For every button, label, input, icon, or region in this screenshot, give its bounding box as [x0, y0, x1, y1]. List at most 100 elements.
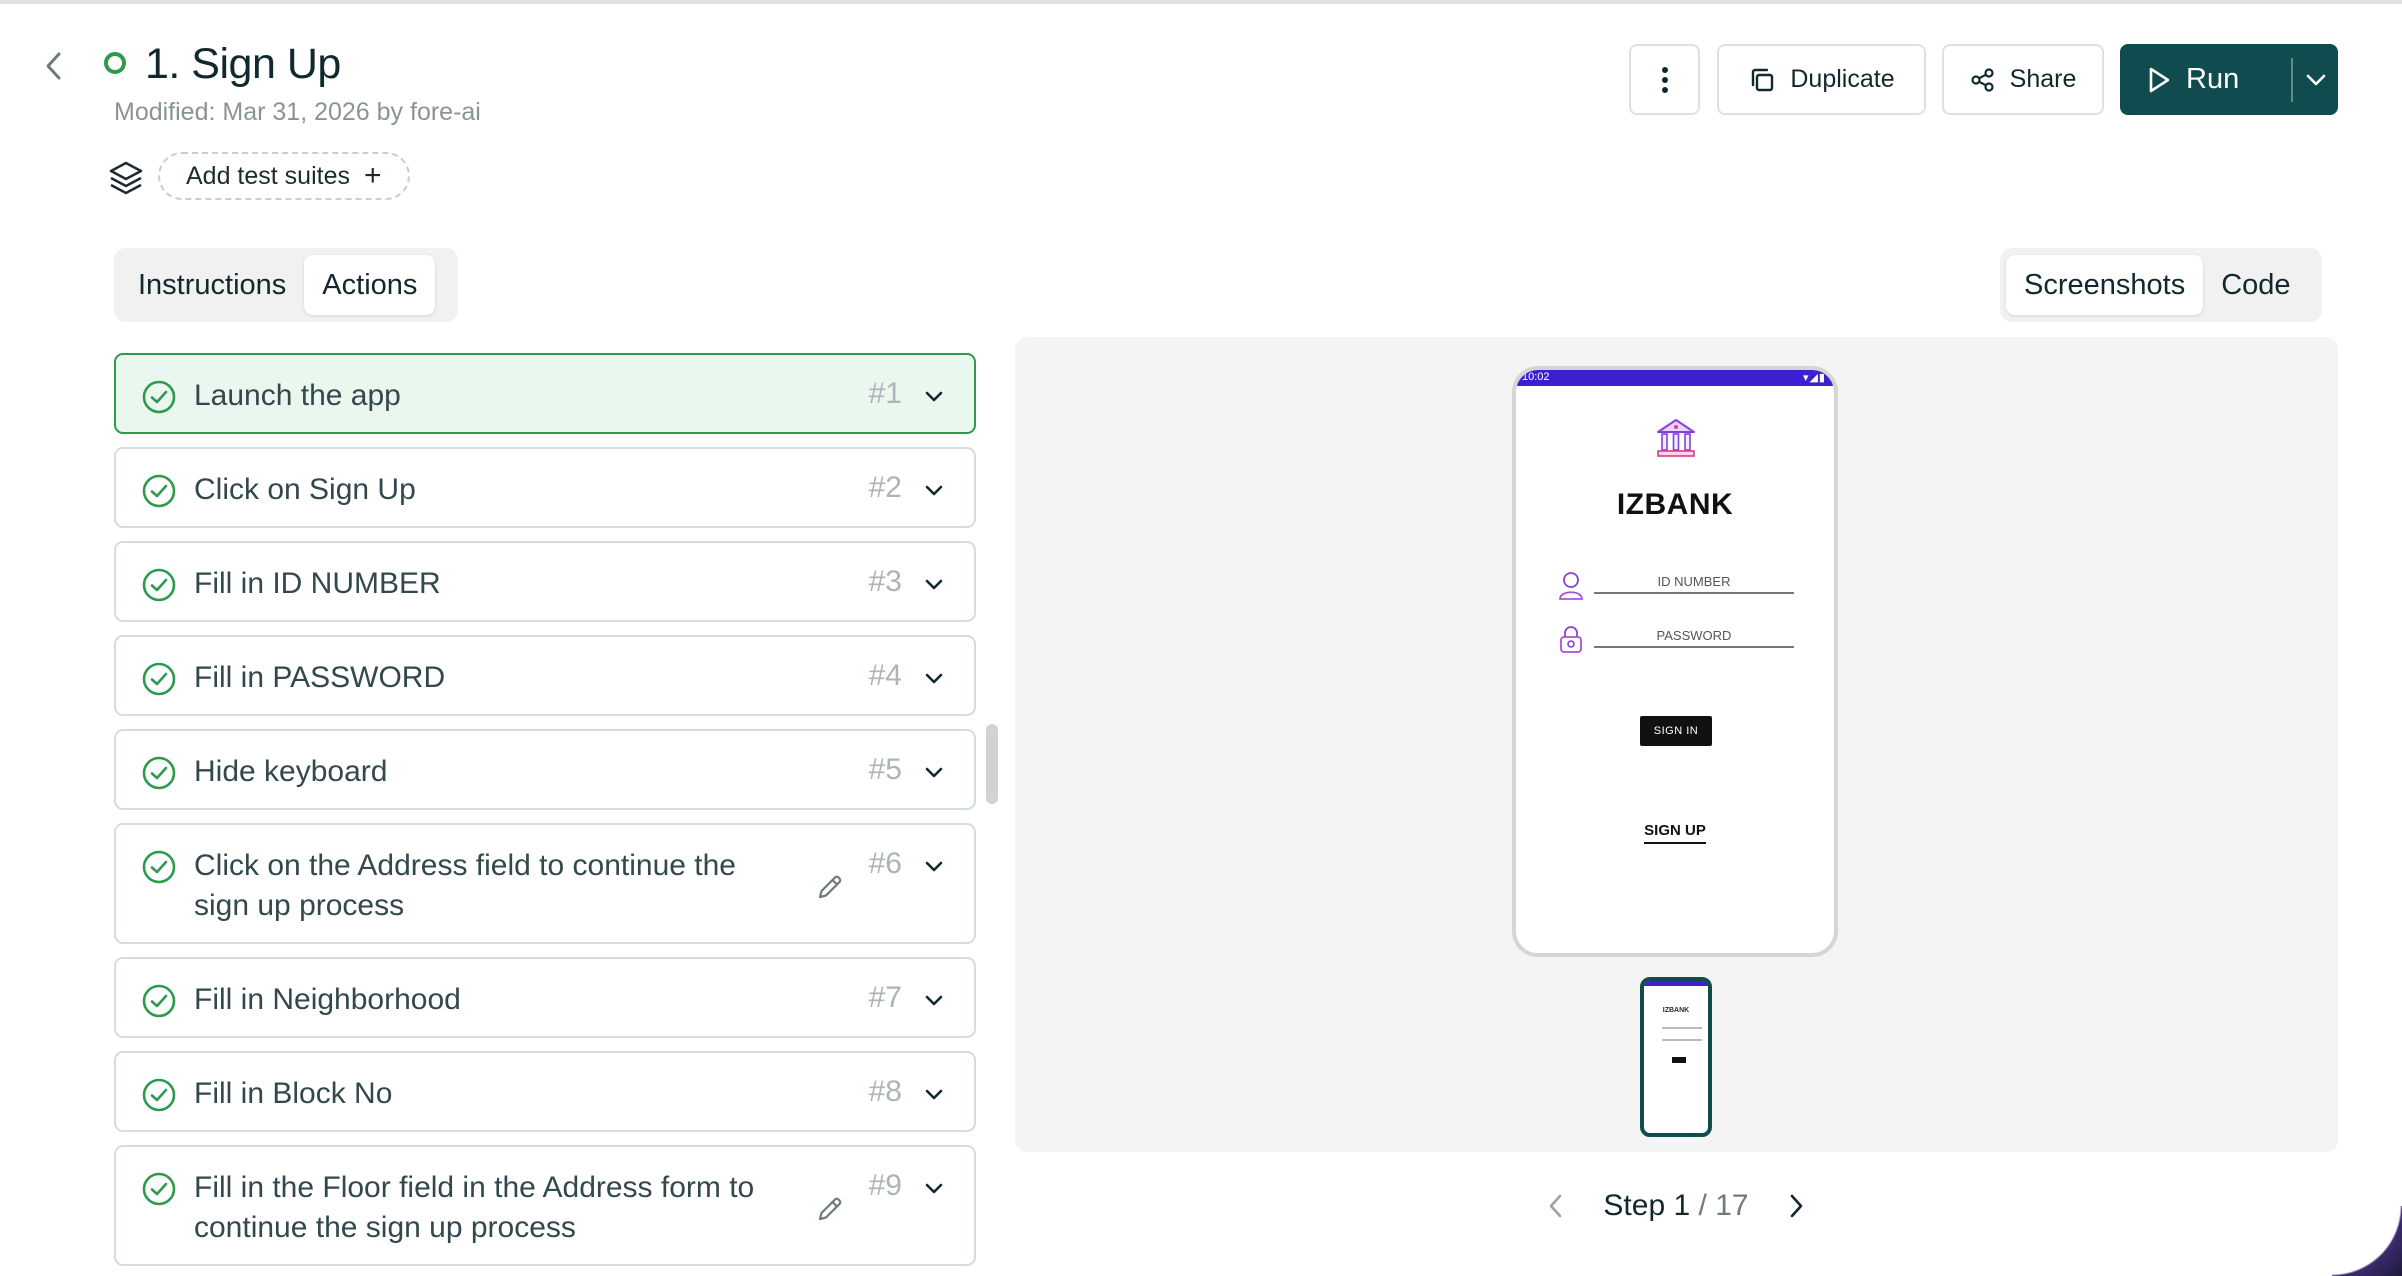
action-item[interactable]: Fill in Neighborhood #7 [114, 957, 976, 1038]
run-label: Run [2186, 63, 2240, 95]
window-corner [2332, 1206, 2402, 1276]
action-label: Hide keyboard [194, 755, 388, 788]
step-prefix: Step [1603, 1189, 1674, 1222]
check-circle-icon [142, 850, 176, 884]
action-label-line: continue the sign up process [194, 1211, 576, 1244]
user-icon [1559, 572, 1583, 600]
action-number: #2 [868, 471, 902, 504]
lock-icon [1560, 626, 1582, 653]
action-number: #8 [868, 1075, 902, 1108]
chevron-left-icon [46, 52, 61, 80]
play-icon [2149, 67, 2170, 92]
action-item[interactable]: Hide keyboard #5 [114, 729, 976, 810]
action-number: #7 [868, 981, 902, 1014]
action-item[interactable]: Fill in Block No #8 [114, 1051, 976, 1132]
action-item[interactable]: Launch the app #1 [114, 353, 976, 434]
preview-mode-tabs: Screenshots Code [2000, 248, 2322, 322]
status-time: 10:02 [1522, 371, 1550, 383]
share-label: Share [2009, 65, 2077, 93]
sign-up-link[interactable]: SIGN UP [1516, 822, 1834, 844]
chevron-down-icon[interactable] [922, 667, 946, 691]
step-separator: / [1690, 1189, 1716, 1222]
chevron-down-icon[interactable] [922, 479, 946, 503]
thumbnail-field [1662, 1027, 1702, 1029]
share-button[interactable]: Share [1942, 44, 2104, 115]
action-item[interactable]: Fill in PASSWORD #4 [114, 635, 976, 716]
action-label-line: sign up process [194, 889, 405, 922]
back-button[interactable] [36, 48, 72, 84]
chevron-left-icon [1549, 1194, 1562, 1218]
action-item[interactable]: Fill in the Floor field in the Address f… [114, 1145, 976, 1266]
duplicate-button[interactable]: Duplicate [1717, 44, 1926, 115]
action-item[interactable]: Click on the Address field to continue t… [114, 823, 976, 944]
pencil-icon[interactable] [814, 871, 846, 903]
step-current: 1 [1673, 1189, 1691, 1222]
pencil-icon[interactable] [814, 1193, 846, 1225]
chevron-down-icon[interactable] [922, 385, 946, 409]
action-number: #9 [868, 1169, 902, 1202]
chevron-down-icon[interactable] [922, 989, 946, 1013]
action-item[interactable]: Click on Sign Up #2 [114, 447, 976, 528]
thumbnail-button [1672, 1057, 1686, 1063]
run-button[interactable]: Run [2120, 44, 2291, 115]
page-title: 1. Sign Up [145, 40, 341, 88]
previous-step-button[interactable] [1536, 1186, 1576, 1226]
chevron-down-icon[interactable] [922, 1177, 946, 1201]
thumbnail-field [1662, 1039, 1702, 1041]
action-number: #3 [868, 565, 902, 598]
check-circle-icon [142, 662, 176, 696]
chevron-down-icon[interactable] [922, 761, 946, 785]
chevron-down-icon[interactable] [922, 855, 946, 879]
chevron-down-icon[interactable] [922, 1083, 946, 1107]
duplicate-label: Duplicate [1790, 65, 1895, 93]
tab-code[interactable]: Code [2203, 255, 2308, 315]
actions-list: Launch the app #1 Click on Sign Up #2 Fi… [114, 353, 976, 1276]
step-navigator: Step 1 / 17 [1536, 1178, 1816, 1234]
screenshot-thumbnail[interactable]: IZBANK [1640, 977, 1712, 1137]
action-label: Launch the app [194, 379, 401, 412]
action-label: Click on the Address field to continue t… [194, 846, 736, 926]
thumbnail-app-name: IZBANK [1662, 1007, 1690, 1014]
chevron-down-icon[interactable] [922, 573, 946, 597]
password-field[interactable]: PASSWORD [1594, 628, 1794, 648]
id-number-field[interactable]: ID NUMBER [1594, 574, 1794, 594]
add-test-suites-button[interactable]: Add test suites + [158, 152, 410, 200]
bank-icon [1657, 419, 1695, 457]
status-icons: ▾◢▮ [1802, 372, 1826, 384]
phone-screenshot: 10:02 ▾◢▮ IZBANK ID NUMBER PASSWORD SIGN… [1512, 366, 1838, 957]
plus-icon: + [363, 159, 382, 192]
actions-scrollbar[interactable] [986, 724, 998, 804]
phone-status-bar: 10:02 ▾◢▮ [1516, 370, 1834, 386]
action-label: Fill in the Floor field in the Address f… [194, 1168, 754, 1248]
action-item[interactable]: Fill in ID NUMBER #3 [114, 541, 976, 622]
check-circle-icon [142, 1078, 176, 1112]
run-button-group: Run [2120, 44, 2338, 115]
view-mode-tabs: Instructions Actions [114, 248, 458, 322]
action-number: #1 [868, 377, 902, 410]
thumbnail-status-bar [1644, 981, 1708, 986]
action-label-line: Fill in the Floor field in the Address f… [194, 1171, 755, 1204]
run-options-button[interactable] [2293, 44, 2338, 115]
action-label: Fill in ID NUMBER [194, 567, 441, 600]
next-step-button[interactable] [1776, 1186, 1816, 1226]
action-label: Fill in PASSWORD [194, 661, 446, 694]
check-circle-icon [142, 984, 176, 1018]
action-label: Click on Sign Up [194, 473, 416, 506]
sign-in-button[interactable]: SIGN IN [1640, 716, 1712, 746]
chevron-right-icon [1790, 1194, 1803, 1218]
tab-screenshots[interactable]: Screenshots [2006, 255, 2204, 315]
more-options-button[interactable] [1629, 44, 1700, 115]
app-name: IZBANK [1616, 488, 1734, 521]
more-vertical-icon [1661, 66, 1668, 93]
check-circle-icon [142, 380, 176, 414]
action-number: #6 [868, 847, 902, 880]
status-indicator [104, 52, 126, 74]
add-test-suites-label: Add test suites [186, 161, 350, 190]
action-label-line: Click on the Address field to continue t… [194, 849, 736, 882]
action-number: #4 [868, 659, 902, 692]
check-circle-icon [142, 474, 176, 508]
action-number: #5 [868, 753, 902, 786]
tab-actions[interactable]: Actions [304, 255, 436, 315]
tab-instructions[interactable]: Instructions [120, 255, 304, 315]
share-icon [1971, 67, 1994, 92]
